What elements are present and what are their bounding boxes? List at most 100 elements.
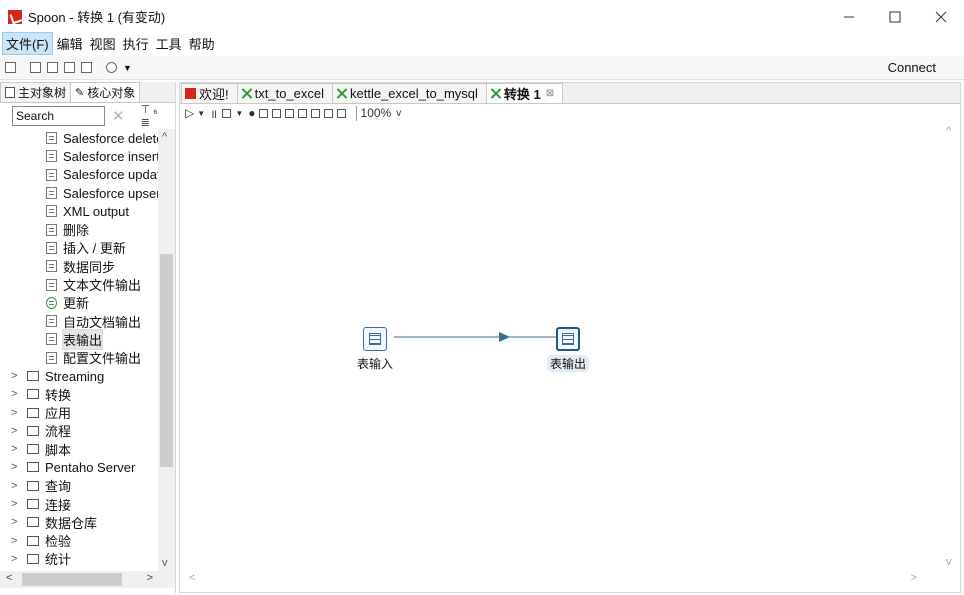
menu-edit[interactable]: 编辑 [54, 33, 86, 54]
scroll-down-icon[interactable]: v [946, 556, 952, 568]
tree-icon [5, 87, 15, 98]
canvas-vertical-scrollbar[interactable]: ^ v [942, 123, 960, 570]
tab-kettle-excel-to-mysql[interactable]: kettle_excel_to_mysql [332, 83, 487, 103]
tab-core-objects[interactable]: ✎ 核心对象 [70, 82, 141, 102]
save-as-icon[interactable] [81, 62, 92, 73]
sql-icon[interactable] [310, 108, 320, 118]
tree-item[interactable]: 自动文档输出 [0, 312, 158, 330]
scroll-up-icon[interactable]: ^ [946, 125, 951, 137]
menu-help[interactable]: 帮助 [186, 33, 218, 54]
tree-item[interactable]: 文本文件输出 [0, 275, 158, 293]
chevron-right-icon[interactable]: > [11, 388, 21, 400]
tab-main-object-tree[interactable]: 主对象树 [0, 82, 72, 102]
tree-folder[interactable]: > 数据仓库 [0, 513, 158, 531]
tab-transformation-1[interactable]: 转换 1 ⊠ [485, 83, 564, 103]
expand-collapse-icons[interactable]: ⊤₆ ≣ [141, 103, 175, 129]
save-icon[interactable] [64, 62, 75, 73]
tree-vertical-scrollbar[interactable]: ^ v [158, 129, 175, 571]
menu-view[interactable]: 视图 [87, 33, 119, 54]
new-file-icon[interactable] [5, 62, 16, 73]
chevron-right-icon[interactable]: > [11, 535, 21, 547]
connect-button[interactable]: Connect [888, 60, 936, 75]
menu-tools[interactable]: 工具 [153, 33, 185, 54]
preview-icon[interactable]: ● [248, 106, 255, 120]
tree-item[interactable]: 配置文件输出 [0, 349, 158, 367]
verify-icon[interactable] [284, 108, 294, 118]
step-icon [46, 150, 57, 163]
menu-run[interactable]: 执行 [120, 33, 152, 54]
folder-icon [27, 499, 39, 510]
tree-folder[interactable]: > 应用 [0, 403, 158, 421]
close-button[interactable] [918, 0, 964, 33]
tree-folder[interactable]: > Pentaho Server [0, 458, 158, 476]
stop-icon[interactable] [222, 108, 232, 118]
tree-folder[interactable]: > Streaming [0, 367, 158, 385]
core-objects-tree: Salesforce delete Salesforce insert Sale… [0, 129, 158, 571]
scroll-thumb[interactable] [22, 573, 122, 586]
tree-item[interactable]: XML output [0, 202, 158, 220]
tree-folder[interactable]: > 流程 [0, 422, 158, 440]
scroll-up-icon[interactable]: ^ [162, 131, 167, 143]
zoom-select[interactable]: 100% v [355, 105, 406, 121]
minimize-button[interactable] [826, 0, 872, 33]
menu-file[interactable]: 文件(F) [2, 31, 53, 55]
chevron-right-icon[interactable]: > [11, 498, 21, 510]
scroll-down-icon[interactable]: v [162, 557, 168, 569]
stop-dropdown-icon[interactable]: ▼ [235, 109, 243, 118]
search-input[interactable] [12, 106, 105, 126]
chevron-right-icon[interactable]: > [11, 407, 21, 419]
show-results-icon[interactable] [336, 108, 346, 118]
scroll-left-icon[interactable]: < [189, 572, 195, 584]
chevron-right-icon[interactable]: > [11, 461, 21, 473]
scroll-thumb[interactable] [160, 254, 173, 467]
chevron-right-icon[interactable]: > [11, 370, 21, 382]
clear-search-icon[interactable]: ✕ [112, 107, 125, 125]
tree-item[interactable]: Salesforce upsert [0, 184, 158, 202]
folder-icon [27, 462, 39, 473]
chevron-right-icon[interactable]: > [11, 443, 21, 455]
tree-item[interactable]: 数据同步 [0, 257, 158, 275]
close-tab-icon[interactable]: ⊠ [546, 88, 554, 99]
chevron-right-icon[interactable]: > [11, 553, 21, 565]
run-dropdown-icon[interactable]: ▼ [197, 109, 205, 118]
tree-item-selected[interactable]: 表输出 [0, 328, 158, 350]
chevron-right-icon[interactable]: > [11, 480, 21, 492]
tree-folder[interactable]: > 连接 [0, 495, 158, 513]
perspective-layers-icon[interactable] [106, 62, 117, 73]
tree-folder[interactable]: > 查询 [0, 477, 158, 495]
scroll-right-icon[interactable]: > [911, 572, 917, 584]
replay-icon[interactable] [271, 108, 281, 118]
maximize-button[interactable] [872, 0, 918, 33]
tab-welcome[interactable]: 欢迎! [181, 83, 238, 103]
tree-folder[interactable]: > 转换 [0, 385, 158, 403]
scroll-left-icon[interactable]: < [6, 572, 12, 584]
run-icon[interactable]: ▷ [185, 106, 194, 120]
explore-db-icon[interactable] [323, 108, 333, 118]
step-table-input[interactable]: 表输入 [354, 327, 396, 372]
open-file-icon[interactable] [30, 62, 41, 73]
chevron-right-icon[interactable]: > [11, 516, 21, 528]
impact-icon[interactable] [297, 108, 307, 118]
perspective-dropdown-icon[interactable]: ▼ [123, 63, 132, 73]
tree-folder[interactable]: > 脚本 [0, 440, 158, 458]
tree-item[interactable]: 删除 [0, 220, 158, 238]
tree-folder[interactable]: > 检验 [0, 532, 158, 550]
tree-folder[interactable]: > 统计 [0, 550, 158, 568]
debug-icon[interactable] [258, 108, 268, 118]
chevron-right-icon[interactable]: > [11, 425, 21, 437]
transformation-canvas[interactable]: 表输入 表输出 [183, 123, 939, 570]
step-icon [46, 187, 57, 200]
pause-icon[interactable]: ॥ [210, 105, 217, 122]
tree-item[interactable]: Salesforce update [0, 166, 158, 184]
tree-item[interactable]: Salesforce delete [0, 129, 158, 147]
tab-txt-to-excel[interactable]: txt_to_excel [236, 83, 333, 103]
tree-horizontal-scrollbar[interactable]: < > [0, 571, 175, 588]
tree-item[interactable]: 更新 [0, 294, 158, 312]
scroll-right-icon[interactable]: > [147, 572, 153, 584]
explore-repository-icon[interactable] [47, 62, 58, 73]
minimize-icon [844, 16, 854, 17]
step-table-output[interactable]: 表输出 [547, 327, 590, 372]
canvas-horizontal-scrollbar[interactable]: < > [183, 570, 943, 588]
tree-item[interactable]: 插入 / 更新 [0, 239, 158, 257]
tree-item[interactable]: Salesforce insert [0, 147, 158, 165]
